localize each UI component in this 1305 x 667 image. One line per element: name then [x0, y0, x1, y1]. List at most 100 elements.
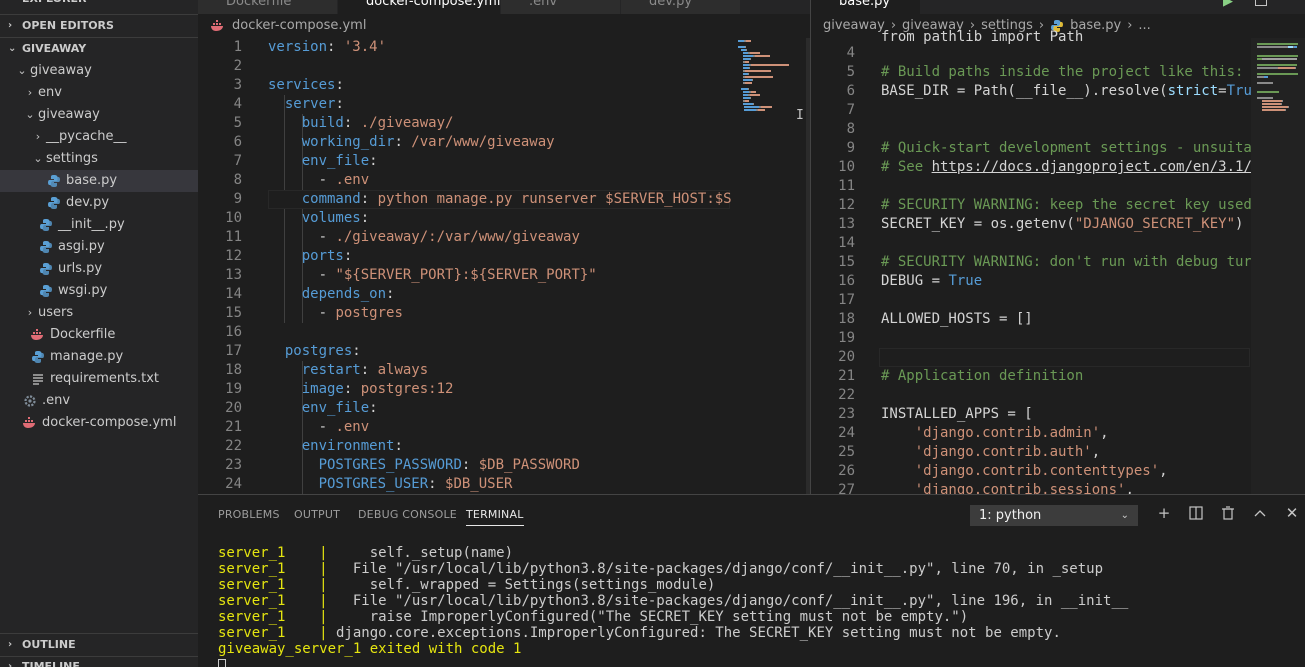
chevron-right-icon: › [27, 306, 33, 319]
minimap-mark [1257, 43, 1298, 45]
code-text: volumes: [268, 209, 369, 228]
chevron-right-icon: › [1127, 18, 1133, 33]
code-line: 2 [198, 57, 810, 76]
code-token: , [1159, 463, 1168, 479]
tab-dev-py[interactable]: dev.py [621, 0, 741, 14]
code-line: 22 environment: [198, 437, 810, 456]
terminal-select[interactable]: 1: python ⌄ [970, 505, 1138, 526]
tree-item[interactable]: › users [0, 302, 198, 324]
outline-header[interactable]: › OUTLINE [0, 634, 198, 656]
minimap[interactable] [1251, 38, 1305, 494]
code-line: 8 - .env [198, 171, 810, 190]
tree-item[interactable]: Dockerfile [0, 324, 198, 346]
tab-label: docker-compose.yml [366, 0, 501, 9]
tab-problems[interactable]: PROBLEMS [218, 508, 280, 521]
code-text: environment: [268, 437, 403, 456]
tree-item[interactable]: › env [0, 82, 198, 104]
code-text: DEBUG = True [881, 272, 982, 291]
code-token: POSTGRES_PASSWORD [318, 457, 462, 473]
tree-item-label: asgi.py [58, 239, 105, 254]
tree-item[interactable]: .env [0, 390, 198, 412]
chevron-right-icon: › [35, 130, 41, 143]
code-token: DEBUG = [881, 273, 949, 289]
minimap-mark [738, 46, 745, 48]
line-number: 8 [233, 172, 242, 188]
code-line: 21 # Application definition [811, 367, 1305, 386]
code-token: POSTGRES_USER [318, 476, 429, 492]
tree-item[interactable]: urls.py [0, 258, 198, 280]
tree-item[interactable]: ⌄ giveaway [0, 104, 198, 126]
tab-label: base.py [839, 0, 891, 9]
run-icon[interactable]: ▶ [1223, 0, 1233, 9]
project-header[interactable]: ⌄ GIVEAWAY [0, 38, 198, 60]
code-token: , [1125, 482, 1134, 494]
code-line: 25 'django.contrib.auth', [811, 443, 1305, 462]
code-editor[interactable]: from pathlib import Path 4 5 # Build paths … [811, 29, 1305, 494]
close-icon[interactable]: ✕ [1282, 503, 1302, 523]
tree-item[interactable]: base.py [0, 170, 198, 192]
tree-item[interactable]: asgi.py [0, 236, 198, 258]
code-text: env_file: [268, 399, 378, 418]
minimap[interactable] [732, 38, 806, 494]
code-token: $DB_PASSWORD [478, 457, 580, 473]
timeline-header[interactable]: › TIMELINE [0, 656, 198, 667]
code-line: 23 INSTALLED_APPS = [ [811, 405, 1305, 424]
split-editor-icon[interactable] [1255, 0, 1267, 6]
terminal-line: server_1 | raise ImproperlyConfigured("T… [218, 609, 1128, 625]
line-number: 19 [838, 330, 855, 346]
terminal-text: raise ImproperlyConfigured("The SECRET_K… [327, 609, 969, 625]
minimap-mark [1284, 109, 1286, 111]
code-editor[interactable]: 1 version: '3.4' 2 3 services: 4 server: 5 bui… [198, 38, 810, 494]
chevron-down-icon: ⌄ [8, 43, 17, 54]
tree-item[interactable]: __init__.py [0, 214, 198, 236]
tree-item-label: requirements.txt [50, 371, 160, 386]
code-text: POSTGRES_PASSWORD: $DB_PASSWORD [268, 456, 580, 475]
line-number: 12 [225, 248, 242, 264]
tab-terminal[interactable]: TERMINAL [466, 508, 524, 526]
line-number: 16 [838, 273, 855, 289]
tree-item[interactable]: ⌄ settings [0, 148, 198, 170]
tree-item[interactable]: dev.py [0, 192, 198, 214]
plus-icon[interactable]: + [1154, 503, 1174, 523]
breadcrumb-item[interactable]: giveaway [823, 14, 885, 38]
minimap-mark [751, 79, 753, 81]
code-text: working_dir: /var/www/giveaway [268, 133, 555, 152]
open-editors-header[interactable]: › OPEN EDITORS [0, 15, 198, 37]
minimap-mark [747, 73, 749, 75]
code-text: 'django.contrib.contenttypes', [881, 462, 1168, 481]
line-number: 9 [846, 140, 855, 156]
chevron-up-icon[interactable] [1250, 503, 1270, 523]
code-token: : [335, 96, 344, 112]
tab-debug-console[interactable]: DEBUG CONSOLE [358, 508, 457, 521]
breadcrumb[interactable]: docker-compose.yml [198, 14, 366, 38]
tab-env[interactable]: .env [501, 0, 621, 14]
tab-dockerfile[interactable]: Dockerfile [198, 0, 338, 14]
tab-docker-compose[interactable]: docker-compose.yml [338, 0, 501, 14]
code-line: 14 depends_on: [198, 285, 810, 304]
code-text: image: postgres:12 [268, 380, 454, 399]
code-token: # Quick-start development settings - uns… [881, 140, 1261, 156]
code-token: # SECURITY WARNING: keep the secret key … [881, 197, 1252, 213]
tab-output[interactable]: OUTPUT [294, 508, 340, 521]
tree-item[interactable]: docker-compose.yml [0, 412, 198, 434]
tree-item[interactable]: › __pycache__ [0, 126, 198, 148]
split-terminal-icon[interactable] [1186, 503, 1206, 523]
tab-base-py[interactable]: base.py [811, 0, 921, 14]
trash-icon[interactable] [1218, 503, 1238, 523]
code-token: ./giveaway/ [360, 115, 454, 131]
breadcrumb-item[interactable]: ... [1138, 14, 1150, 38]
tree-item[interactable]: manage.py [0, 346, 198, 368]
terminal-output[interactable]: server_1 | self._setup(name) server_1 | F… [218, 545, 1128, 667]
tree-item[interactable]: wsgi.py [0, 280, 198, 302]
minimap-mark [745, 82, 753, 84]
tree-item[interactable]: ⌄ giveaway [0, 60, 198, 82]
tree-item[interactable]: requirements.txt [0, 368, 198, 390]
code-line: 7 env_file: [198, 152, 810, 171]
breadcrumb-file: docker-compose.yml [232, 18, 367, 33]
code-token: services [268, 77, 336, 93]
